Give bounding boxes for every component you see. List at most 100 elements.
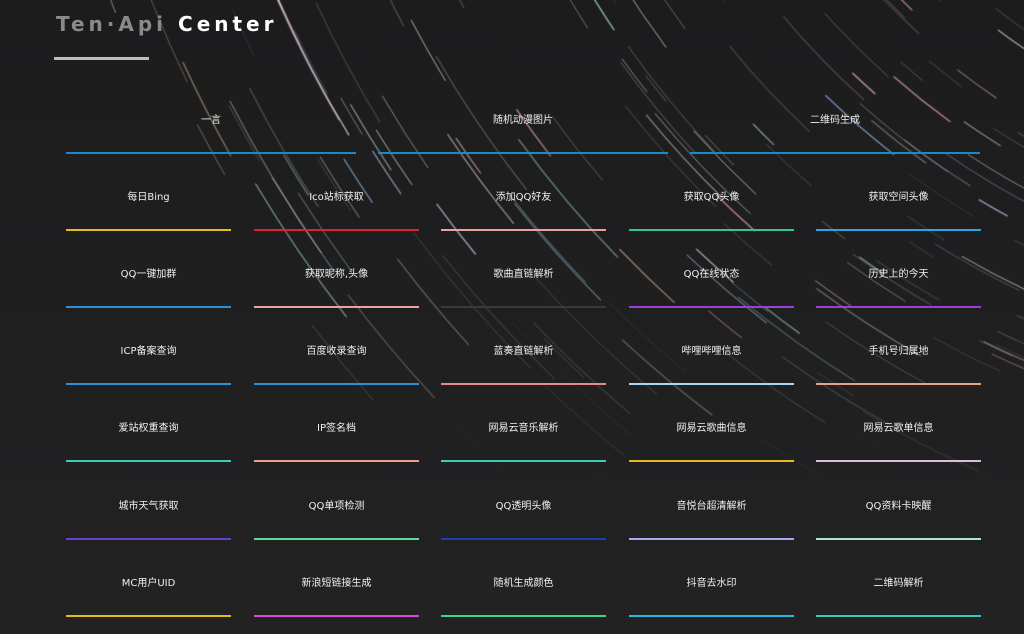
api-link-underline [816,229,981,231]
api-link-underline [629,306,794,308]
logo-text-center: Center [178,12,278,36]
api-link-label: 哔哩哔哩信息 [681,346,742,357]
api-link-underline [441,306,606,308]
api-link-underline [629,460,794,462]
api-link-underline [66,383,231,385]
api-link-underline [816,615,981,617]
api-link-label: QQ一键加群 [120,269,177,280]
api-link-underline [66,615,231,617]
api-link-label: 一言 [201,115,221,126]
api-link-underline [816,306,981,308]
api-link-underline [441,460,606,462]
api-link-underline [378,152,668,154]
api-link[interactable]: 歌曲直链解析 [441,268,606,308]
api-link[interactable]: 随机动漫图片 [378,114,668,154]
api-link-underline [816,538,981,540]
api-link[interactable]: 获取空间头像 [816,191,981,231]
api-link-label: 网易云音乐解析 [488,423,559,434]
api-link-label: 新浪短链接生成 [301,578,372,589]
api-link-underline [690,152,980,154]
api-link-label: QQ资料卡映醒 [865,501,932,512]
api-link-label: 二维码解析 [873,578,924,589]
api-link[interactable]: 二维码生成 [690,114,980,154]
api-link[interactable]: 添加QQ好友 [441,191,606,231]
api-link[interactable]: 一言 [66,114,356,154]
api-link[interactable]: QQ透明头像 [441,500,606,540]
api-link[interactable]: Ico站标获取 [254,191,419,231]
api-link[interactable]: 蓝奏直链解析 [441,345,606,385]
api-link-underline [816,383,981,385]
api-link-underline [629,538,794,540]
header: Ten·Api Center [54,12,277,60]
api-link-label: 二维码生成 [810,115,860,126]
api-link-label: IP签名档 [317,423,356,434]
api-link-label: QQ单项检测 [308,501,365,512]
api-link[interactable]: 获取昵称,头像 [254,268,419,308]
api-link-label: 城市天气获取 [118,501,179,512]
api-link[interactable]: 抖音去水印 [629,577,794,617]
api-link-underline [441,229,606,231]
api-link-underline [816,460,981,462]
api-link-underline [66,152,356,154]
api-link-label: 历史上的今天 [868,269,929,280]
api-link-label: 爱站权重查询 [118,423,179,434]
api-link-label: 获取昵称,头像 [304,269,369,280]
api-link[interactable]: 历史上的今天 [816,268,981,308]
api-link-underline [66,538,231,540]
logo-underline [54,57,149,60]
api-link-label: MC用户UID [121,578,176,589]
api-link-underline [254,538,419,540]
api-link-label: 网易云歌曲信息 [676,423,747,434]
api-link-label: QQ透明头像 [495,501,552,512]
api-link-underline [66,306,231,308]
api-link[interactable]: 新浪短链接生成 [254,577,419,617]
api-link-label: 百度收录查询 [306,346,367,357]
api-link[interactable]: 每日Bing [66,191,231,231]
api-link[interactable]: 哔哩哔哩信息 [629,345,794,385]
api-link-label: 每日Bing [127,192,170,203]
api-link-label: Ico站标获取 [309,192,364,203]
api-link[interactable]: 百度收录查询 [254,345,419,385]
api-link-underline [629,229,794,231]
api-link[interactable]: QQ单项检测 [254,500,419,540]
api-link[interactable]: IP签名档 [254,422,419,462]
api-link[interactable]: ICP备案查询 [66,345,231,385]
api-link-underline [66,229,231,231]
api-link-label: 获取QQ头像 [683,192,740,203]
api-link[interactable]: 网易云歌曲信息 [629,422,794,462]
api-link-label: 随机生成颜色 [493,578,554,589]
site-logo[interactable]: Ten·Api Center [56,12,277,36]
api-link-label: 网易云歌单信息 [863,423,934,434]
api-link-label: 抖音去水印 [686,578,737,589]
api-link-label: 音悦台超清解析 [676,501,747,512]
api-link-underline [254,460,419,462]
api-link-label: 歌曲直链解析 [493,269,554,280]
api-link-label: 手机号归属地 [868,346,929,357]
api-link[interactable]: 城市天气获取 [66,500,231,540]
api-link-underline [441,383,606,385]
api-link-underline [254,229,419,231]
api-link[interactable]: 网易云歌单信息 [816,422,981,462]
api-link[interactable]: QQ在线状态 [629,268,794,308]
api-link[interactable]: 网易云音乐解析 [441,422,606,462]
api-link-label: 获取空间头像 [868,192,929,203]
api-link-underline [441,615,606,617]
api-link[interactable]: 获取QQ头像 [629,191,794,231]
api-link[interactable]: 音悦台超清解析 [629,500,794,540]
api-link-label: 随机动漫图片 [493,115,553,126]
logo-text-ten-api: Ten·Api [56,12,168,36]
api-link[interactable]: 手机号归属地 [816,345,981,385]
api-link[interactable]: QQ一键加群 [66,268,231,308]
api-link-label: QQ在线状态 [683,269,740,280]
api-link-underline [441,538,606,540]
api-link-underline [254,615,419,617]
api-link-underline [254,306,419,308]
api-link[interactable]: 爱站权重查询 [66,422,231,462]
api-link-underline [66,460,231,462]
api-link[interactable]: 随机生成颜色 [441,577,606,617]
api-link[interactable]: MC用户UID [66,577,231,617]
api-link-label: 蓝奏直链解析 [493,346,554,357]
api-link-label: 添加QQ好友 [495,192,552,203]
api-link[interactable]: QQ资料卡映醒 [816,500,981,540]
api-link[interactable]: 二维码解析 [816,577,981,617]
